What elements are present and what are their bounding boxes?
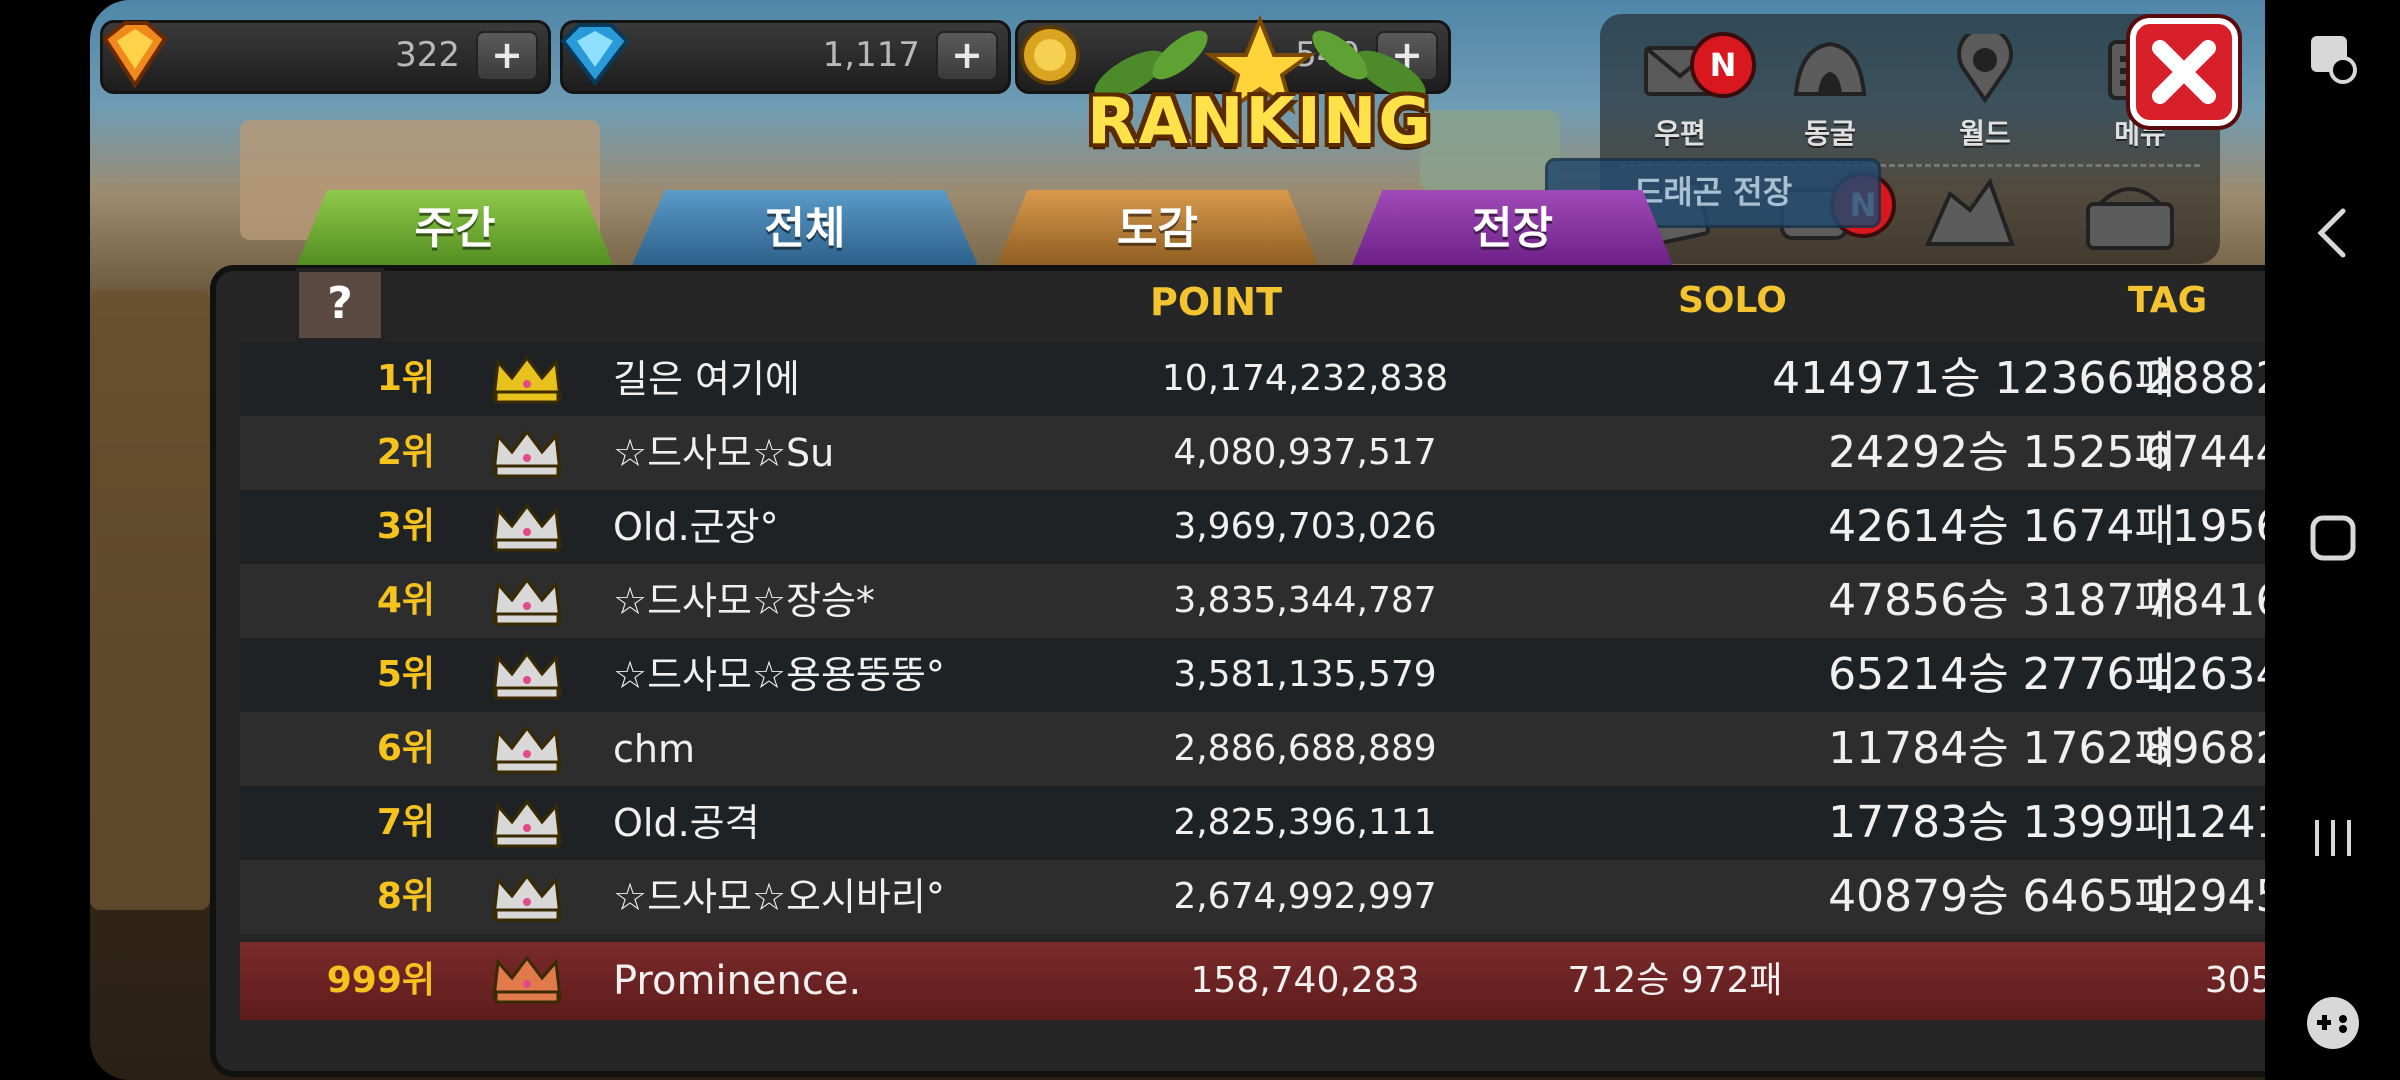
table-row[interactable]: 2위☆드사모☆Su4,080,937,51724292승 1525패67444승… (240, 416, 2265, 490)
system-navigation-bar (2265, 0, 2400, 1080)
rank-label: 5위 (376, 654, 435, 695)
player-point: 3,969,703,026 (1173, 506, 1437, 547)
player-name: ☆드사모☆장승* (613, 579, 875, 623)
add-fire-gem-button[interactable]: + (476, 31, 538, 81)
column-header-point: POINT (1150, 280, 1283, 324)
tag-record: 288821승 753 (2143, 353, 2265, 404)
cave-icon (1793, 41, 1867, 96)
help-button[interactable]: ? (295, 268, 385, 342)
column-header-tag: TAG (2128, 280, 2208, 321)
player-name: ☆드사모☆오시바리° (613, 875, 945, 919)
player-point: 10,174,232,838 (1161, 358, 1449, 399)
my-tag-record: 305승 452패 (2204, 960, 2265, 1001)
mail-new-badge: N (1690, 32, 1756, 98)
player-point: 2,674,992,997 (1173, 876, 1437, 917)
silver-crown-icon (492, 577, 562, 626)
table-row[interactable]: 5위 ☆드사모☆용용뚱뚱° 3,581,135,579 65214승 2776패 126… (240, 638, 2265, 712)
table-row[interactable]: 8위 ☆드사모☆오시바리° 2,674,992,997 40879승 6465패 129… (240, 860, 2265, 934)
silver-crown-icon (492, 429, 562, 478)
currency-blue-gem: 1,117 + (560, 20, 1011, 94)
my-player-name: Prominence. (613, 958, 862, 1004)
player-name: chm (613, 727, 695, 771)
blue-gem-icon (560, 23, 630, 87)
silver-crown-icon (492, 651, 562, 700)
rank-label: 6위 (376, 728, 435, 769)
rank-label: 7위 (376, 802, 435, 843)
page-title: RANKING (1087, 85, 1433, 159)
tag-record: 89682승 4477 (2143, 723, 2265, 774)
add-blue-gem-button[interactable]: + (936, 31, 998, 81)
tag-record: 78416승 5431 (2143, 575, 2265, 626)
game-tools-button[interactable] (2295, 985, 2370, 1060)
player-name: Old.군장° (613, 505, 779, 549)
player-point: 4,080,937,517 (1173, 432, 1437, 473)
rank-label: 2위 (376, 432, 435, 473)
shop-basket-icon[interactable] (2080, 174, 2180, 254)
tab-all[interactable]: 전체 (630, 190, 980, 270)
game-screen: 322 + 1,117 + 540 + RANKING (90, 0, 2265, 1080)
world-button[interactable]: 월드 (1925, 24, 2045, 154)
player-point: 3,581,135,579 (1173, 654, 1437, 695)
cave-button[interactable]: 동굴 (1770, 24, 1890, 154)
tag-record: 19563승 562 (2171, 501, 2265, 552)
table-row[interactable]: 1위 길은 여기에 10,174,232,838 414971승 12366패 2888… (240, 342, 2265, 416)
world-label: 월드 (1959, 117, 2011, 150)
silver-crown-icon (492, 725, 562, 774)
tag-record: 67444승 2520 (2143, 427, 2265, 478)
tag-record: 126344승 492 (2143, 649, 2265, 700)
silver-crown-icon (492, 503, 562, 552)
pin-lock-icon (2310, 35, 2357, 84)
tab-weekly[interactable]: 주간 (295, 190, 615, 270)
close-icon (2152, 40, 2216, 104)
recent-apps-icon (2314, 819, 2351, 856)
gamepad-icon (2306, 996, 2359, 1049)
rank-label: 4위 (376, 580, 435, 621)
tag-record: 12945승 1904 (2143, 871, 2265, 922)
back-chevron-icon (2316, 208, 2345, 257)
background-wall (90, 290, 210, 910)
player-name: Old.공격 (613, 801, 760, 845)
currency-fire-gem: 322 + (100, 20, 551, 94)
tab-battlefield[interactable]: 전장 (1350, 190, 1675, 270)
my-solo-record: 712승 972패 (1567, 960, 1783, 1001)
mail-label: 우편 (1654, 117, 1706, 150)
tag-record: 12410승 794 (2171, 797, 2265, 848)
silver-crown-icon (492, 873, 562, 922)
world-pin-icon (1957, 34, 2013, 104)
home-square-icon (2310, 515, 2355, 560)
dragon-icon[interactable] (1920, 174, 2020, 254)
player-name: 길은 여기에 (613, 357, 800, 401)
table-row[interactable]: 3위Old.군장°3,969,703,02642614승 1674패19563승… (240, 490, 2265, 564)
rank-label: 1위 (376, 358, 435, 399)
fire-gem-count: 322 (395, 35, 460, 75)
ranking-title-emblem: RANKING (990, 15, 1530, 175)
player-name: ☆드사모☆Su (613, 431, 835, 475)
tab-dex[interactable]: 도감 (995, 190, 1320, 270)
table-row[interactable]: 4위☆드사모☆장승*3,835,344,78747856승 3187패78416… (240, 564, 2265, 638)
bronze-crown-icon (492, 955, 562, 1004)
player-point: 2,886,688,889 (1173, 728, 1437, 769)
column-header-solo: SOLO (1678, 280, 1787, 321)
table-row[interactable]: 7위Old.공격2,825,396,11117783승 1399패12410승 … (240, 786, 2265, 860)
recent-apps-button[interactable] (2295, 800, 2370, 875)
screen-pin-button[interactable] (2295, 20, 2370, 95)
ranking-list: 1위 길은 여기에 10,174,232,838 414971승 12366패 2888… (240, 342, 2265, 1020)
silver-crown-icon (492, 799, 562, 848)
back-button[interactable] (2295, 195, 2370, 270)
home-button[interactable] (2295, 500, 2370, 575)
my-rank-row[interactable]: 999위Prominence.158,740,283712승 972패305승 … (240, 942, 2265, 1020)
close-button[interactable] (2130, 18, 2238, 126)
my-rank-label: 999위 (326, 960, 435, 1001)
gold-crown-icon (492, 355, 562, 404)
player-point: 2,825,396,111 (1173, 802, 1437, 843)
player-point: 3,835,344,787 (1173, 580, 1437, 621)
cave-label: 동굴 (1804, 117, 1856, 150)
blue-gem-count: 1,117 (822, 35, 920, 75)
rank-label: 8위 (376, 876, 435, 917)
rank-label: 3위 (376, 506, 435, 547)
fire-gem-icon (102, 21, 168, 89)
table-row[interactable]: 6위chm2,886,688,88911784승 1762패89682승 447… (240, 712, 2265, 786)
player-name: ☆드사모☆용용뚱뚱° (613, 653, 945, 697)
